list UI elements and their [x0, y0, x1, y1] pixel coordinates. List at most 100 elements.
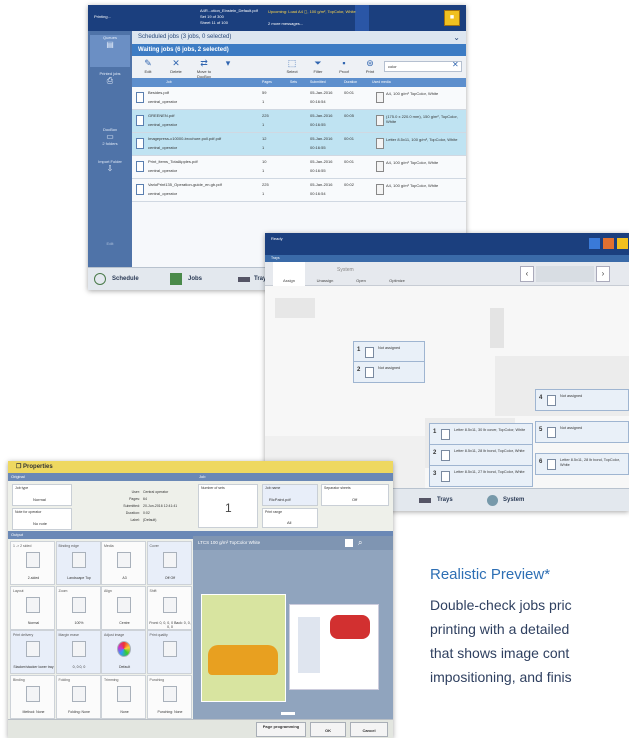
tab-trays[interactable]: Trays	[437, 489, 453, 511]
tray-1[interactable]: 1 Not assigned	[353, 341, 425, 363]
tray-5[interactable]: 3 Letter 8.5x11, 27 lb bond, TopColor, Wh…	[429, 465, 533, 487]
sets-field[interactable]: Number of sets 1	[198, 484, 258, 528]
pause-icon[interactable]	[617, 238, 628, 249]
sidebar-item-import[interactable]: Import Folder ⇩	[90, 159, 130, 187]
job-owner: central_operator	[148, 99, 178, 104]
setting-zoom[interactable]: Zoom 100%	[55, 585, 101, 630]
setting-icon	[26, 596, 40, 613]
setting-layout[interactable]: Layout Normal	[10, 585, 55, 630]
tab-jobs[interactable]: Jobs	[188, 268, 202, 290]
separator-field[interactable]: Separator sheets Off	[321, 484, 389, 506]
printer-thumbnail[interactable]	[536, 266, 594, 282]
tray-number: 1	[357, 347, 361, 353]
filter-button[interactable]: ⏷ Filter	[304, 58, 332, 74]
sidebar-item-docbox[interactable]: DocBox ▭ 2 folders	[90, 127, 130, 155]
setting-margin-erase[interactable]: Margin erase 0, 0 0, 0	[55, 630, 101, 674]
setting-cover[interactable]: Cover Off Off	[146, 541, 192, 585]
sidebar-item-printed[interactable]: Printed jobs ⎙	[90, 71, 130, 99]
cancel-button[interactable]: Cancel	[350, 722, 388, 737]
setting-1-2-sided[interactable]: 1 -> 2 sided 2-sided	[10, 541, 55, 585]
tab-system[interactable]: System	[503, 489, 524, 511]
job-type-field[interactable]: Job type Normal	[12, 484, 72, 506]
proof-button[interactable]: ▪ Proof	[330, 58, 358, 74]
page-programming-button[interactable]: Page programming	[256, 722, 306, 737]
setting-print-quality[interactable]: Print quality	[146, 630, 192, 674]
select-icon: ⬚	[287, 58, 297, 68]
clear-search-icon[interactable]: ✕	[452, 60, 459, 69]
setting-label: Align	[104, 588, 112, 593]
chevron-left-icon[interactable]: ‹	[520, 266, 534, 282]
job-media: Letter 8.5x11, 100 g/m², TopColor, White	[386, 137, 458, 142]
tray-2[interactable]: 2 Not assigned	[353, 361, 425, 383]
tab-schedule[interactable]: Schedule	[112, 268, 139, 290]
ok-button[interactable]: OK	[310, 722, 346, 737]
print-range-field[interactable]: Print range All	[262, 508, 318, 528]
setting-label: Punching	[149, 677, 165, 682]
setting-value: Method: None	[22, 709, 45, 714]
table-row[interactable]: VarioPrint135_Operation-guide_en.gb.pdf c…	[132, 179, 466, 202]
setting-print-delivery[interactable]: Print delivery Stacker/stacker lower tray	[10, 630, 55, 674]
alert-icon[interactable]	[603, 238, 614, 249]
setting-adjust-image[interactable]: Adjust image Default	[101, 630, 146, 674]
zoom-icon[interactable]: ⌕	[358, 538, 362, 548]
tray-7[interactable]: 5 Not assigned	[535, 421, 629, 443]
chevron-down-icon[interactable]: ⌄	[453, 33, 460, 42]
table-row[interactable]: Print_items_TotalApples.pdf central_opera…	[132, 156, 466, 179]
more-messages-link[interactable]: 2 more messages...	[268, 21, 303, 26]
setting-punching[interactable]: Punching Punching: None	[146, 674, 192, 719]
monitor-icon[interactable]	[589, 238, 600, 249]
job-name-field[interactable]: Job name RicPaint.pdf	[262, 484, 318, 506]
job-time: 00:16:54	[310, 99, 326, 104]
scheduled-jobs-header[interactable]: Scheduled jobs (3 jobs, 0 selected)	[132, 31, 466, 44]
setting-align[interactable]: Align Centre	[101, 585, 146, 630]
note-field[interactable]: Note for operator No note	[12, 508, 72, 530]
tray-icon	[547, 459, 556, 470]
job-duration: 00:01	[344, 90, 355, 95]
tray-6[interactable]: 4 Not assigned	[535, 389, 629, 411]
realistic-preview[interactable]: LTCS 100 g/m² TopColor White ⌕	[193, 536, 393, 738]
delete-button[interactable]: ✕ Delete	[162, 58, 190, 74]
tray-3[interactable]: 1 Letter 8.5x11, 30 lb cover, TopColor, W…	[429, 423, 533, 445]
job-pages: 225	[262, 182, 269, 187]
setting-icon	[117, 685, 131, 702]
setting-value: Default	[118, 665, 131, 669]
table-row[interactable]: GREENEN.pdf central_operator 225 1 05-Jan-20…	[132, 110, 466, 133]
waiting-jobs-header[interactable]: Waiting jobs (6 jobs, 2 selected)	[132, 44, 466, 56]
media-icon	[376, 184, 384, 195]
setting-folding[interactable]: Folding Folding: None	[55, 674, 101, 719]
system-tab-label[interactable]: System	[337, 267, 354, 273]
preview-media-label[interactable]: LTCS 100 g/m² TopColor White	[193, 536, 393, 550]
setting-icon	[71, 685, 86, 702]
setting-label: Binding	[13, 677, 25, 682]
edit-button[interactable]: ✎ Edit	[134, 58, 162, 74]
print-button[interactable]: ⊛ Print	[356, 58, 384, 74]
table-row[interactable]: Besides.pdf central_operator 59 1 05-Jan-201…	[132, 87, 466, 110]
setting-binding-edge[interactable]: Binding edge Landscape Top	[55, 541, 101, 585]
setting-shift[interactable]: Shift Front: 0, 0, 0, 0 Back: 0, 0, 0, 0	[146, 585, 192, 630]
tray-4[interactable]: 2 Letter 8.5x11, 28 lb bond, TopColor, Wh…	[429, 444, 533, 466]
search-input[interactable]: color	[384, 61, 462, 72]
tray-8[interactable]: 6 Letter 8.5x11, 28 lb bond, TopColor, Wh…	[535, 453, 629, 475]
setting-trimming[interactable]: Trimming None	[101, 674, 146, 719]
optimize-button[interactable]: Optimize	[381, 262, 413, 286]
select-button[interactable]: ⬚ Select	[278, 58, 306, 74]
job-name: Imagepress-c10000-brochure.poll.pdf.pdf	[148, 136, 222, 141]
caret-icon: ▾	[225, 58, 231, 68]
pause-button[interactable]: ■	[444, 10, 460, 26]
media-icon	[376, 138, 384, 149]
open-button[interactable]: Open	[345, 262, 377, 286]
table-row[interactable]: Imagepress-c10000-brochure.poll.pdf.pdf c…	[132, 133, 466, 156]
assign-button[interactable]: Assign	[273, 262, 305, 286]
page-view-icon[interactable]	[345, 539, 353, 547]
job-date: 05-Jan-2016	[310, 159, 333, 164]
sidebar-item-edit[interactable]: Edit	[90, 241, 130, 261]
upcoming-message[interactable]: Upcoming: Load A4 ◻, 100 g/m², TopColor,…	[268, 9, 356, 14]
job-media: A4, 100 g/m² TopColor, White	[386, 160, 439, 165]
setting-binding[interactable]: Binding Method: None	[10, 674, 55, 719]
more-button[interactable]: ▾	[214, 58, 242, 69]
preview-slider[interactable]	[281, 712, 295, 715]
chevron-right-icon[interactable]: ›	[596, 266, 610, 282]
unassign-button[interactable]: Unassign	[309, 262, 341, 286]
sidebar-item-queues[interactable]: Queues ▤	[90, 35, 130, 67]
setting-media[interactable]: Media A3	[101, 541, 146, 585]
